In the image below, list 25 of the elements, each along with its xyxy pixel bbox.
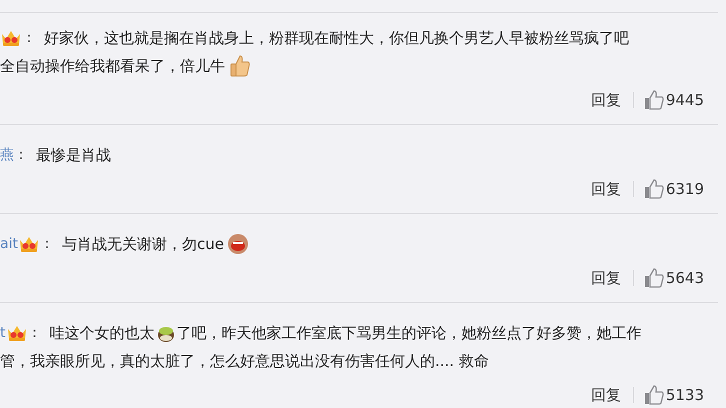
reply-link[interactable]: 回复 <box>590 386 621 404</box>
comment-text: 好家伙，这也就是搁在肖战身上，粉群现在耐性大，你但凡换个男艺人早被粉丝骂疯了吧 <box>44 28 629 48</box>
colon: ： <box>40 235 54 253</box>
colon: ： <box>28 324 42 342</box>
like-count: 6319 <box>666 180 704 198</box>
comment-text: 了吧，昨天他家工作室底下骂男生的评论，她粉丝点了好多赞，她工作 <box>176 324 642 342</box>
reply-link[interactable]: 回复 <box>590 90 621 110</box>
like-count: 5133 <box>666 386 704 404</box>
comment-text: 哇这个女的也太 <box>50 324 154 342</box>
thumbs-up-icon[interactable] <box>644 179 664 199</box>
comment-text: 全自动操作给我都看呆了，倍儿牛 <box>0 56 225 76</box>
reply-link[interactable]: 回复 <box>590 268 621 288</box>
thumbs-up-icon[interactable] <box>644 90 664 110</box>
reply-link[interactable]: 回复 <box>590 180 621 198</box>
thumbs-up-icon <box>229 54 251 78</box>
like-count: 9445 <box>666 91 704 109</box>
comment-text: 管，我亲眼所见，真的太脏了，怎么好意思说出没有伤害任何人的.... 救命 <box>0 352 489 370</box>
comment-text: 与肖战无关谢谢，勿cue <box>62 234 224 254</box>
like-count: 5643 <box>666 269 704 287</box>
thumbs-up-icon[interactable] <box>644 268 664 288</box>
laughing-face-icon <box>226 232 250 256</box>
colon: ： <box>22 29 36 47</box>
colon: ： <box>14 146 28 164</box>
comment-text: 最惨是肖战 <box>36 146 111 164</box>
thumbs-up-icon[interactable] <box>644 385 664 405</box>
